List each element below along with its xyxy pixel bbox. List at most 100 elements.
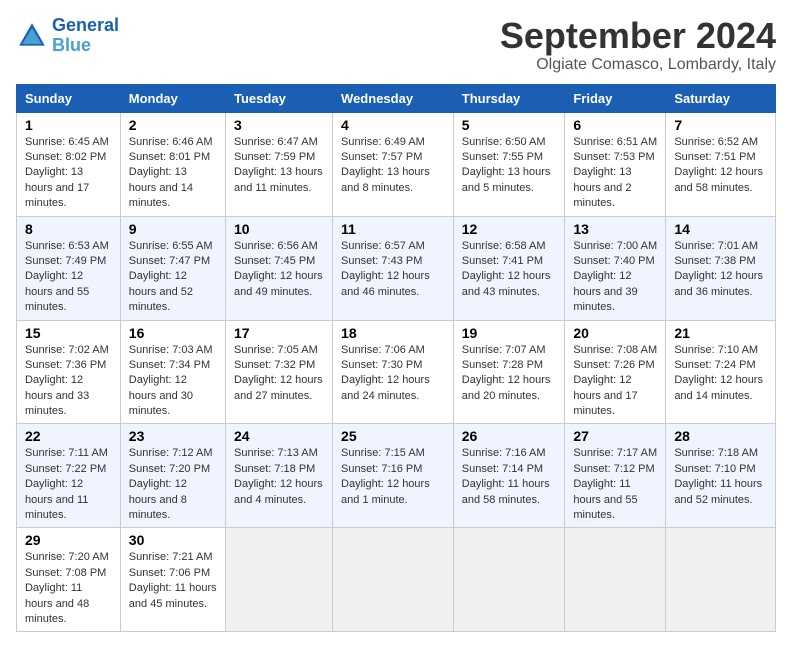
calendar-cell: 25 Sunrise: 7:15 AM Sunset: 7:16 PM Dayl… [333,424,454,528]
day-number: 10 [234,221,324,237]
calendar-cell: 16 Sunrise: 7:03 AM Sunset: 7:34 PM Dayl… [120,320,225,424]
calendar-week-3: 15 Sunrise: 7:02 AM Sunset: 7:36 PM Dayl… [17,320,776,424]
calendar-cell [565,528,666,632]
calendar-cell: 7 Sunrise: 6:52 AM Sunset: 7:51 PM Dayli… [666,112,776,216]
calendar-cell: 3 Sunrise: 6:47 AM Sunset: 7:59 PM Dayli… [226,112,333,216]
day-info: Sunrise: 6:53 AM Sunset: 7:49 PM Dayligh… [25,239,112,316]
header-tuesday: Tuesday [226,84,333,112]
day-number: 19 [462,325,557,341]
day-number: 18 [341,325,445,341]
day-info: Sunrise: 7:05 AM Sunset: 7:32 PM Dayligh… [234,343,324,405]
day-info: Sunrise: 7:08 AM Sunset: 7:26 PM Dayligh… [573,343,657,420]
header-saturday: Saturday [666,84,776,112]
calendar-week-1: 1 Sunrise: 6:45 AM Sunset: 8:02 PM Dayli… [17,112,776,216]
day-number: 7 [674,117,767,133]
month-title: September 2024 [500,16,776,56]
header-friday: Friday [565,84,666,112]
day-info: Sunrise: 7:01 AM Sunset: 7:38 PM Dayligh… [674,239,767,301]
calendar-cell: 27 Sunrise: 7:17 AM Sunset: 7:12 PM Dayl… [565,424,666,528]
day-number: 21 [674,325,767,341]
day-number: 13 [573,221,657,237]
calendar-cell: 12 Sunrise: 6:58 AM Sunset: 7:41 PM Dayl… [453,216,565,320]
day-info: Sunrise: 6:51 AM Sunset: 7:53 PM Dayligh… [573,135,657,212]
calendar-cell [226,528,333,632]
calendar-cell [666,528,776,632]
day-info: Sunrise: 7:07 AM Sunset: 7:28 PM Dayligh… [462,343,557,405]
calendar-cell: 11 Sunrise: 6:57 AM Sunset: 7:43 PM Dayl… [333,216,454,320]
day-info: Sunrise: 7:20 AM Sunset: 7:08 PM Dayligh… [25,550,112,627]
day-info: Sunrise: 7:18 AM Sunset: 7:10 PM Dayligh… [674,446,767,508]
day-info: Sunrise: 7:13 AM Sunset: 7:18 PM Dayligh… [234,446,324,508]
day-number: 22 [25,428,112,444]
day-info: Sunrise: 7:03 AM Sunset: 7:34 PM Dayligh… [129,343,217,420]
header-thursday: Thursday [453,84,565,112]
day-number: 27 [573,428,657,444]
calendar-cell: 28 Sunrise: 7:18 AM Sunset: 7:10 PM Dayl… [666,424,776,528]
calendar-week-5: 29 Sunrise: 7:20 AM Sunset: 7:08 PM Dayl… [17,528,776,632]
calendar-cell: 21 Sunrise: 7:10 AM Sunset: 7:24 PM Dayl… [666,320,776,424]
day-number: 1 [25,117,112,133]
calendar-cell: 14 Sunrise: 7:01 AM Sunset: 7:38 PM Dayl… [666,216,776,320]
logo-icon [16,20,48,52]
calendar-cell: 23 Sunrise: 7:12 AM Sunset: 7:20 PM Dayl… [120,424,225,528]
day-info: Sunrise: 7:17 AM Sunset: 7:12 PM Dayligh… [573,446,657,523]
calendar-cell: 4 Sunrise: 6:49 AM Sunset: 7:57 PM Dayli… [333,112,454,216]
day-info: Sunrise: 7:10 AM Sunset: 7:24 PM Dayligh… [674,343,767,405]
day-number: 4 [341,117,445,133]
calendar-cell [453,528,565,632]
calendar-cell: 17 Sunrise: 7:05 AM Sunset: 7:32 PM Dayl… [226,320,333,424]
calendar-cell: 24 Sunrise: 7:13 AM Sunset: 7:18 PM Dayl… [226,424,333,528]
day-info: Sunrise: 7:15 AM Sunset: 7:16 PM Dayligh… [341,446,445,508]
calendar-cell: 6 Sunrise: 6:51 AM Sunset: 7:53 PM Dayli… [565,112,666,216]
calendar-cell: 13 Sunrise: 7:00 AM Sunset: 7:40 PM Dayl… [565,216,666,320]
day-number: 17 [234,325,324,341]
day-number: 16 [129,325,217,341]
day-info: Sunrise: 7:21 AM Sunset: 7:06 PM Dayligh… [129,550,217,612]
calendar-cell: 26 Sunrise: 7:16 AM Sunset: 7:14 PM Dayl… [453,424,565,528]
day-number: 15 [25,325,112,341]
location-title: Olgiate Comasco, Lombardy, Italy [500,56,776,74]
day-info: Sunrise: 6:49 AM Sunset: 7:57 PM Dayligh… [341,135,445,197]
day-number: 3 [234,117,324,133]
calendar-cell: 19 Sunrise: 7:07 AM Sunset: 7:28 PM Dayl… [453,320,565,424]
day-number: 24 [234,428,324,444]
day-info: Sunrise: 6:50 AM Sunset: 7:55 PM Dayligh… [462,135,557,197]
day-number: 20 [573,325,657,341]
day-number: 8 [25,221,112,237]
day-info: Sunrise: 6:52 AM Sunset: 7:51 PM Dayligh… [674,135,767,197]
calendar-cell: 29 Sunrise: 7:20 AM Sunset: 7:08 PM Dayl… [17,528,121,632]
header-sunday: Sunday [17,84,121,112]
calendar-cell [333,528,454,632]
calendar-week-2: 8 Sunrise: 6:53 AM Sunset: 7:49 PM Dayli… [17,216,776,320]
calendar-cell: 20 Sunrise: 7:08 AM Sunset: 7:26 PM Dayl… [565,320,666,424]
day-info: Sunrise: 7:02 AM Sunset: 7:36 PM Dayligh… [25,343,112,420]
day-info: Sunrise: 6:57 AM Sunset: 7:43 PM Dayligh… [341,239,445,301]
day-info: Sunrise: 6:55 AM Sunset: 7:47 PM Dayligh… [129,239,217,316]
day-number: 23 [129,428,217,444]
day-info: Sunrise: 7:06 AM Sunset: 7:30 PM Dayligh… [341,343,445,405]
day-number: 29 [25,532,112,548]
calendar-week-4: 22 Sunrise: 7:11 AM Sunset: 7:22 PM Dayl… [17,424,776,528]
day-info: Sunrise: 6:56 AM Sunset: 7:45 PM Dayligh… [234,239,324,301]
day-info: Sunrise: 6:58 AM Sunset: 7:41 PM Dayligh… [462,239,557,301]
day-info: Sunrise: 7:00 AM Sunset: 7:40 PM Dayligh… [573,239,657,316]
calendar-cell: 5 Sunrise: 6:50 AM Sunset: 7:55 PM Dayli… [453,112,565,216]
calendar-cell: 10 Sunrise: 6:56 AM Sunset: 7:45 PM Dayl… [226,216,333,320]
day-number: 12 [462,221,557,237]
calendar-cell: 9 Sunrise: 6:55 AM Sunset: 7:47 PM Dayli… [120,216,225,320]
day-number: 5 [462,117,557,133]
calendar-cell: 30 Sunrise: 7:21 AM Sunset: 7:06 PM Dayl… [120,528,225,632]
day-number: 14 [674,221,767,237]
day-info: Sunrise: 7:12 AM Sunset: 7:20 PM Dayligh… [129,446,217,523]
day-info: Sunrise: 6:46 AM Sunset: 8:01 PM Dayligh… [129,135,217,212]
day-number: 26 [462,428,557,444]
calendar-cell: 2 Sunrise: 6:46 AM Sunset: 8:01 PM Dayli… [120,112,225,216]
day-info: Sunrise: 7:11 AM Sunset: 7:22 PM Dayligh… [25,446,112,523]
header-wednesday: Wednesday [333,84,454,112]
calendar-header-row: Sunday Monday Tuesday Wednesday Thursday… [17,84,776,112]
calendar-cell: 8 Sunrise: 6:53 AM Sunset: 7:49 PM Dayli… [17,216,121,320]
day-info: Sunrise: 6:47 AM Sunset: 7:59 PM Dayligh… [234,135,324,197]
day-info: Sunrise: 6:45 AM Sunset: 8:02 PM Dayligh… [25,135,112,212]
day-number: 6 [573,117,657,133]
calendar-cell: 15 Sunrise: 7:02 AM Sunset: 7:36 PM Dayl… [17,320,121,424]
